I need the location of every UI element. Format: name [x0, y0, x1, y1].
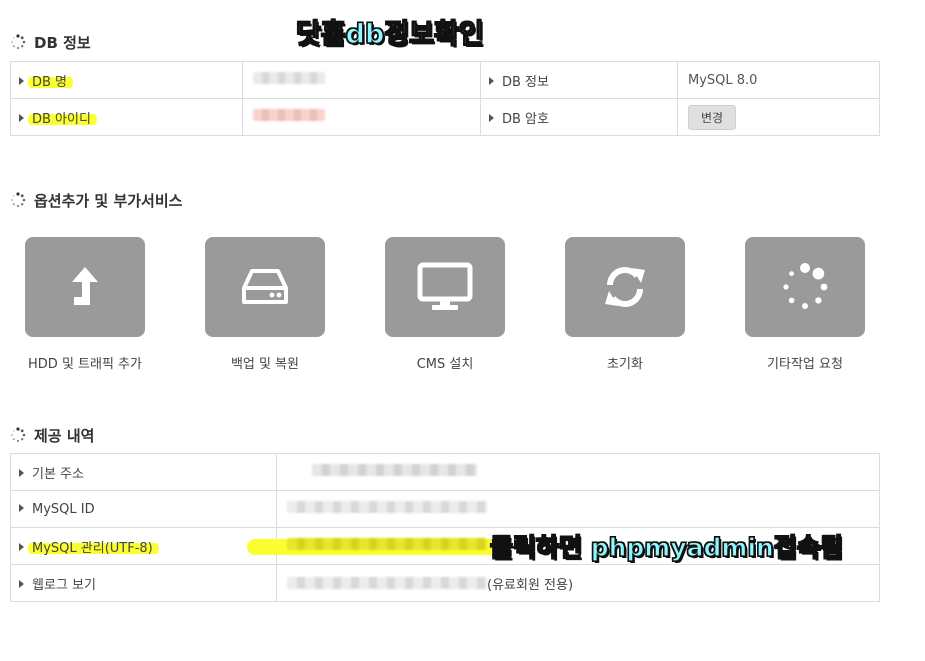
- service-cms-install[interactable]: CMS 설치: [385, 237, 505, 372]
- monitor-icon: [417, 262, 473, 310]
- service-tile[interactable]: [205, 237, 325, 337]
- paid-member-only-note: (유료회원 전용): [487, 577, 574, 593]
- refresh-icon: [605, 267, 645, 307]
- service-reset[interactable]: 초기화: [565, 237, 685, 372]
- base-address-value[interactable]: [276, 453, 880, 491]
- db-info-table: DB 명 DB 정보 MySQL 8.0 DB 아이디 DB 암호 변경: [10, 61, 880, 136]
- annotation-phpmyadmin: 클릭하면 phpmyadmin접속됨: [489, 532, 843, 562]
- mysql-id-value: [276, 490, 880, 528]
- db-info-label: DB 정보: [502, 74, 549, 90]
- hard-drive-icon: [242, 269, 288, 304]
- table-row: DB 명 DB 정보 MySQL 8.0: [10, 61, 880, 99]
- db-password-value: 변경: [677, 98, 880, 136]
- triangle-right-icon: [19, 580, 24, 588]
- triangle-right-icon: [489, 77, 494, 85]
- mysql-id-label: MySQL ID: [32, 501, 95, 517]
- table-row: 웹로그 보기 (유료회원 전용): [10, 564, 880, 602]
- service-label: HDD 및 트래픽 추가: [28, 357, 142, 372]
- service-tile[interactable]: [745, 237, 865, 337]
- redacted-value: [253, 72, 325, 84]
- db-section-title: DB 정보: [10, 31, 91, 53]
- service-label: CMS 설치: [416, 357, 474, 372]
- service-other-request[interactable]: 기타작업 요청: [745, 237, 865, 372]
- redacted-value: [287, 501, 487, 513]
- db-id-label-cell: DB 아이디: [10, 98, 243, 136]
- mysql-id-label-cell: MySQL ID: [10, 490, 277, 528]
- redacted-value: [287, 538, 487, 550]
- redacted-value: [253, 109, 325, 121]
- db-info-label-cell: DB 정보: [480, 61, 678, 99]
- arrow-up-icon: [72, 267, 98, 305]
- spinner-icon: [11, 192, 26, 208]
- section-title-text: 제공 내역: [34, 426, 95, 445]
- triangle-right-icon: [19, 114, 24, 122]
- spinner-icon: [11, 427, 26, 443]
- redacted-value: [312, 464, 477, 476]
- base-address-label-cell: 기본 주소: [10, 453, 277, 491]
- annotation-db-info: 닷홈db정보확인: [295, 18, 484, 50]
- service-label: 백업 및 복원: [230, 357, 300, 372]
- triangle-right-icon: [19, 504, 24, 512]
- db-id-value: [242, 98, 481, 136]
- db-id-label: DB 아이디: [28, 111, 97, 127]
- service-label: 초기화: [607, 357, 643, 372]
- section-title-text: DB 정보: [34, 33, 91, 52]
- services-section-title: 옵션추가 및 부가서비스: [10, 189, 182, 211]
- db-password-label-cell: DB 암호: [480, 98, 678, 136]
- db-name-label: DB 명: [28, 74, 74, 90]
- db-password-label: DB 암호: [502, 111, 549, 127]
- service-tile[interactable]: [25, 237, 145, 337]
- service-tile[interactable]: [565, 237, 685, 337]
- db-info-value: MySQL 8.0: [677, 61, 880, 99]
- triangle-right-icon: [19, 543, 24, 551]
- provided-section-title: 제공 내역: [10, 424, 94, 446]
- db-name-label-cell: DB 명: [10, 61, 243, 99]
- table-row: MySQL ID: [10, 490, 880, 528]
- triangle-right-icon: [489, 114, 494, 122]
- spinner-icon: [11, 34, 26, 50]
- redacted-value: [287, 576, 487, 589]
- mysql-admin-label-cell: MySQL 관리(UTF-8): [10, 527, 277, 565]
- table-row: 기본 주소: [10, 453, 880, 491]
- section-title-text: 옵션추가 및 부가서비스: [34, 191, 183, 210]
- service-tile[interactable]: [385, 237, 505, 337]
- weblog-value[interactable]: (유료회원 전용): [276, 564, 880, 602]
- triangle-right-icon: [19, 469, 24, 477]
- spinner-icon: [783, 263, 828, 309]
- service-label: 기타작업 요청: [767, 357, 843, 372]
- weblog-label: 웹로그 보기: [32, 577, 96, 593]
- triangle-right-icon: [19, 77, 24, 85]
- table-row: DB 아이디 DB 암호 변경: [10, 98, 880, 136]
- base-address-label: 기본 주소: [32, 466, 84, 482]
- change-password-button[interactable]: 변경: [688, 104, 737, 130]
- mysql-admin-label: MySQL 관리(UTF-8): [28, 540, 159, 556]
- db-name-value: [242, 61, 481, 99]
- service-hdd-traffic[interactable]: HDD 및 트래픽 추가: [25, 237, 145, 372]
- weblog-label-cell: 웹로그 보기: [10, 564, 277, 602]
- services-grid: HDD 및 트래픽 추가 백업 및 복원 CMS 설치 초기화 기타작업 요청: [25, 237, 865, 372]
- service-backup-restore[interactable]: 백업 및 복원: [205, 237, 325, 372]
